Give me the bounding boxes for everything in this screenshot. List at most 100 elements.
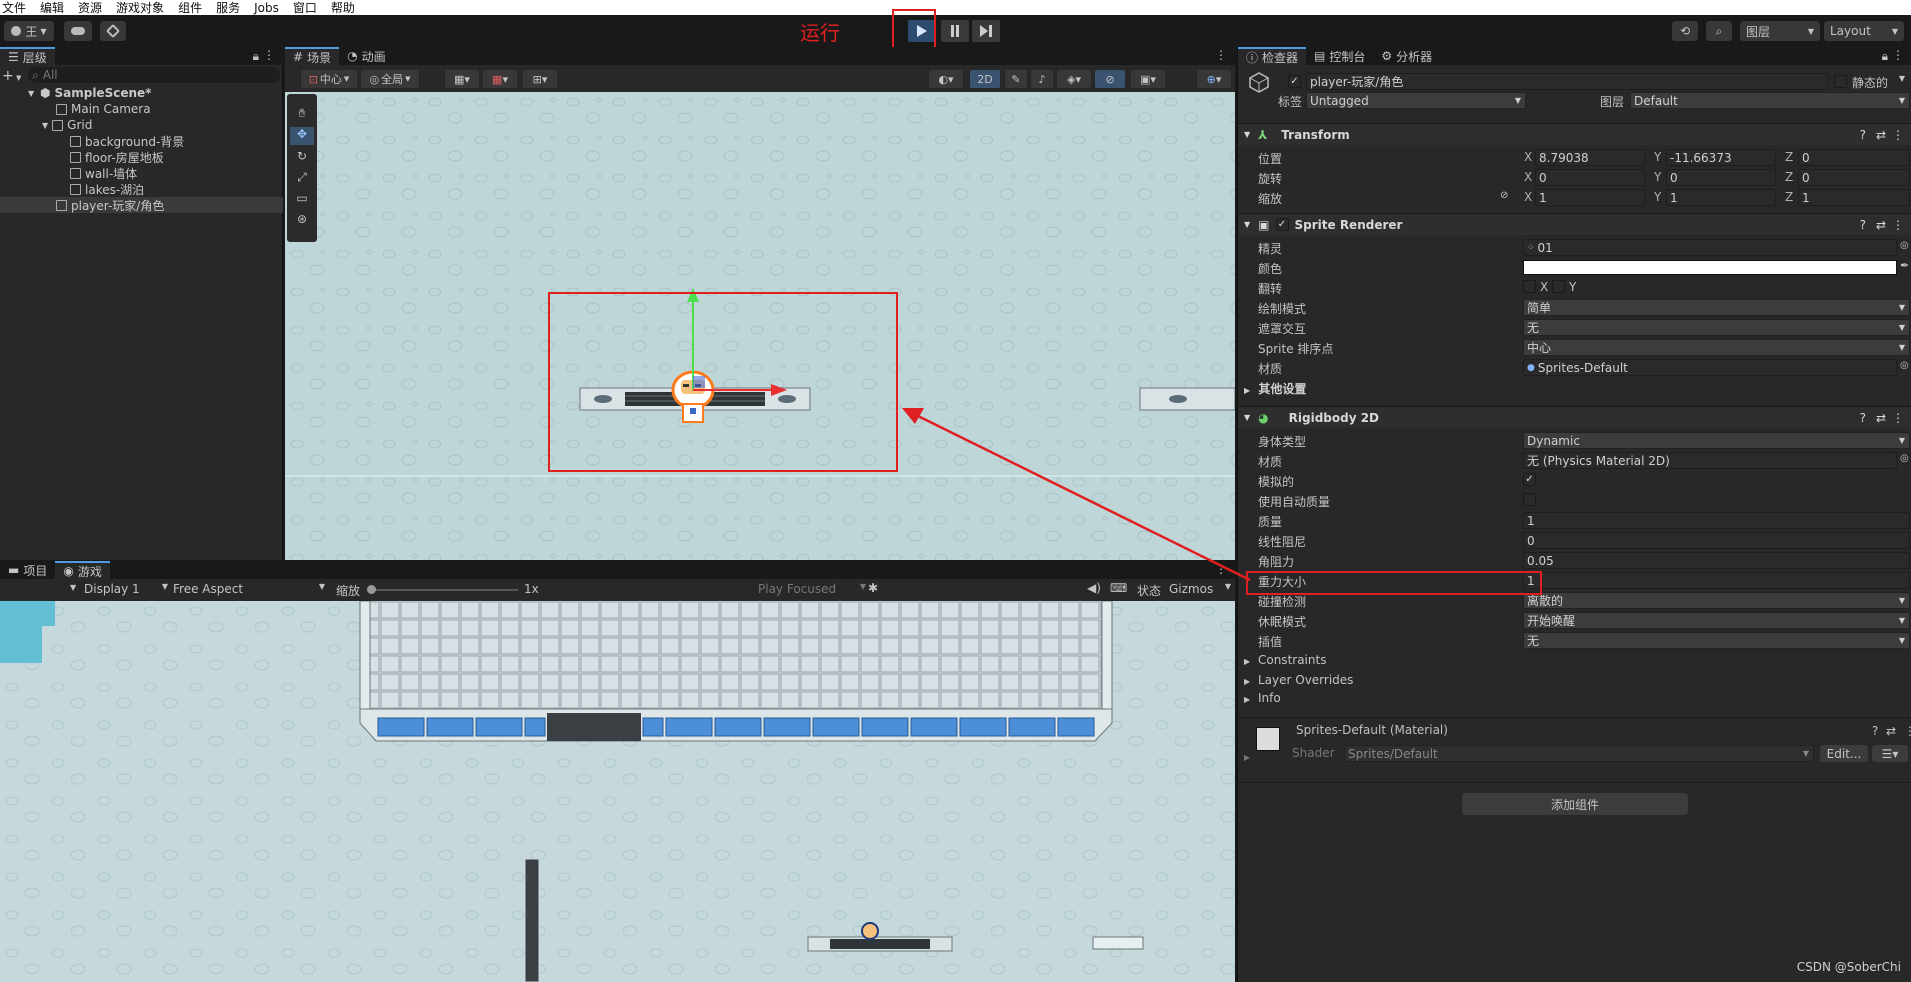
add-button[interactable]: + ▼ bbox=[2, 68, 21, 84]
game-viewport[interactable] bbox=[0, 601, 1235, 982]
menu-file[interactable]: 文件 bbox=[2, 1, 26, 15]
transform-header[interactable]: ▼ ⅄ Transform ? ⇄ ⋮ bbox=[1238, 123, 1911, 145]
menu-window[interactable]: 窗口 bbox=[293, 1, 317, 15]
static-checkbox[interactable] bbox=[1834, 75, 1847, 88]
menu-component[interactable]: 组件 bbox=[178, 1, 202, 15]
info-foldout[interactable]: ▶ Info bbox=[1244, 691, 1281, 705]
gizmo-button[interactable]: ⊕ ▾ bbox=[1197, 70, 1231, 88]
layers-dropdown[interactable]: 图层 ▼ bbox=[1740, 21, 1820, 41]
2d-toggle[interactable]: 2D bbox=[970, 70, 1000, 88]
position-x-input[interactable]: 8.79038 bbox=[1535, 149, 1645, 166]
audio-toggle[interactable]: ♪ bbox=[1031, 70, 1053, 88]
play-focused-dropdown[interactable]: Play Focused ▼ bbox=[758, 582, 866, 596]
more-icon[interactable]: ⋮ bbox=[1892, 48, 1904, 62]
sleep-mode-dropdown[interactable]: 开始唤醒 ▼ bbox=[1523, 612, 1910, 629]
position-z-input[interactable]: 0 bbox=[1798, 149, 1910, 166]
hand-tool-icon[interactable]: ✋︎ bbox=[292, 106, 312, 124]
simulated-checkbox[interactable]: ✓ bbox=[1523, 473, 1536, 486]
eyedropper-icon[interactable]: ✒ bbox=[1900, 259, 1909, 272]
scene-row[interactable]: ▼ ⬢ SampleScene* bbox=[0, 85, 283, 101]
camera-button[interactable]: ▣▾ bbox=[1131, 70, 1165, 88]
collapse-arrow-icon[interactable]: ▶ bbox=[1244, 753, 1250, 762]
hierarchy-item-main-camera[interactable]: Main Camera bbox=[0, 101, 283, 117]
sprite-renderer-enabled-checkbox[interactable]: ✓ bbox=[1275, 218, 1289, 231]
lock-icon[interactable]: 🔒︎ bbox=[1882, 49, 1888, 64]
lock-icon[interactable]: 🔒︎ bbox=[253, 49, 259, 64]
rotation-x-input[interactable]: 0 bbox=[1535, 169, 1645, 186]
gravity-scale-input[interactable]: 1 bbox=[1523, 572, 1910, 589]
tag-dropdown[interactable]: Untagged ▼ bbox=[1306, 92, 1526, 109]
aspect-dropdown[interactable]: Free Aspect ▼ bbox=[173, 582, 325, 596]
account-button[interactable]: 王 ▼ bbox=[4, 21, 54, 41]
help-icon[interactable]: ? bbox=[1860, 128, 1866, 142]
object-picker-icon[interactable]: ◎ bbox=[1900, 240, 1909, 251]
sprite-field[interactable]: ⁘ 01 bbox=[1523, 239, 1897, 256]
add-component-button[interactable]: 添加组件 bbox=[1462, 793, 1688, 815]
tab-project[interactable]: ▬ 项目 bbox=[0, 561, 55, 579]
scale-slider-thumb[interactable] bbox=[367, 585, 376, 594]
help-icon[interactable]: ? bbox=[1872, 724, 1878, 738]
material-field[interactable]: ● Sprites-Default bbox=[1523, 359, 1897, 376]
bug-icon[interactable]: ✱ bbox=[868, 581, 878, 595]
rect-tool-icon[interactable]: ▭ bbox=[292, 191, 312, 209]
linear-drag-input[interactable]: 0 bbox=[1523, 532, 1910, 549]
transform-tool-icon[interactable]: ⊛ bbox=[292, 212, 312, 230]
scale-tool-icon[interactable]: ⤢ bbox=[292, 170, 312, 188]
preset-icon[interactable]: ⇄ bbox=[1886, 724, 1896, 738]
rotation-z-input[interactable]: 0 bbox=[1798, 169, 1910, 186]
other-settings-foldout[interactable]: ▶ 其他设置 bbox=[1244, 380, 1306, 397]
tab-scene[interactable]: # 场景 bbox=[285, 47, 340, 65]
hierarchy-item-grid[interactable]: ▼ Grid bbox=[0, 117, 283, 133]
preset-icon[interactable]: ⇄ bbox=[1876, 411, 1886, 425]
mask-interaction-dropdown[interactable]: 无 ▼ bbox=[1523, 319, 1910, 336]
preset-icon[interactable]: ⇄ bbox=[1876, 128, 1886, 142]
link-icon[interactable]: ⊘ bbox=[1500, 190, 1508, 201]
tab-inspector[interactable]: ⓘ 检查器 bbox=[1238, 47, 1307, 65]
more-icon[interactable]: ⋮ bbox=[1892, 411, 1904, 425]
rb-material-field[interactable]: 无 (Physics Material 2D) bbox=[1523, 452, 1897, 469]
play-button[interactable] bbox=[908, 20, 936, 42]
rotation-y-input[interactable]: 0 bbox=[1666, 169, 1776, 186]
interpolate-dropdown[interactable]: 无 ▼ bbox=[1523, 632, 1910, 649]
scale-slider[interactable] bbox=[368, 589, 518, 591]
hierarchy-item-player[interactable]: player-玩家/角色 bbox=[0, 197, 283, 213]
lighting-toggle[interactable]: ✎ bbox=[1005, 70, 1027, 88]
draw-mode-dropdown[interactable]: 简单 ▼ bbox=[1523, 299, 1910, 316]
hierarchy-item-wall[interactable]: wall-墙体 bbox=[0, 165, 283, 181]
more-icon[interactable]: ⋮ bbox=[1892, 128, 1904, 142]
help-icon[interactable]: ? bbox=[1860, 218, 1866, 232]
tab-animation[interactable]: ◔ 动画 bbox=[339, 47, 394, 65]
history-button[interactable]: ⟲ bbox=[1672, 21, 1698, 41]
search-button[interactable]: ⌕ bbox=[1706, 21, 1732, 41]
layout-dropdown[interactable]: Layout ▼ bbox=[1824, 21, 1904, 41]
grid-snap-button[interactable]: ▦▾ bbox=[445, 70, 479, 88]
tab-profiler[interactable]: ⚙ 分析器 bbox=[1373, 47, 1440, 65]
visibility-toggle[interactable]: ⊘ bbox=[1095, 70, 1125, 88]
tab-hierarchy[interactable]: ☰ 层级 bbox=[0, 47, 55, 65]
help-icon[interactable]: ? bbox=[1860, 411, 1866, 425]
hierarchy-item-background[interactable]: background-背景 bbox=[0, 133, 283, 149]
scale-x-input[interactable]: 1 bbox=[1535, 189, 1645, 206]
step-button[interactable] bbox=[972, 20, 1000, 42]
increment-snap-button[interactable]: ▦ ▾ bbox=[483, 70, 517, 88]
scale-y-input[interactable]: 1 bbox=[1666, 189, 1776, 206]
constraints-foldout[interactable]: ▶ Constraints bbox=[1244, 653, 1326, 667]
move-tool-icon[interactable]: ✥ bbox=[290, 127, 314, 145]
sort-point-dropdown[interactable]: 中心 ▼ bbox=[1523, 339, 1910, 356]
menu-jobs[interactable]: Jobs bbox=[254, 1, 279, 15]
chevron-down-icon[interactable]: ▼ bbox=[1899, 74, 1905, 83]
hierarchy-search-input[interactable]: ⌕ All bbox=[28, 67, 280, 83]
shader-dropdown[interactable]: Sprites/Default ▼ bbox=[1344, 745, 1814, 762]
pause-button[interactable] bbox=[941, 20, 969, 42]
body-type-dropdown[interactable]: Dynamic ▼ bbox=[1523, 432, 1910, 449]
layer-overrides-foldout[interactable]: ▶ Layer Overrides bbox=[1244, 673, 1353, 687]
mass-input[interactable]: 1 bbox=[1523, 512, 1910, 529]
more-icon[interactable]: ⋮ bbox=[1904, 724, 1911, 738]
angular-drag-input[interactable]: 0.05 bbox=[1523, 552, 1910, 569]
flip-x-checkbox[interactable] bbox=[1523, 280, 1536, 293]
tab-game[interactable]: ◉ 游戏 bbox=[55, 561, 110, 579]
chevron-down-icon[interactable]: ▼ bbox=[70, 583, 76, 592]
align-button[interactable]: ⊞▾ bbox=[523, 70, 557, 88]
color-swatch[interactable] bbox=[1523, 260, 1897, 275]
more-icon[interactable]: ⋮ bbox=[263, 48, 275, 62]
